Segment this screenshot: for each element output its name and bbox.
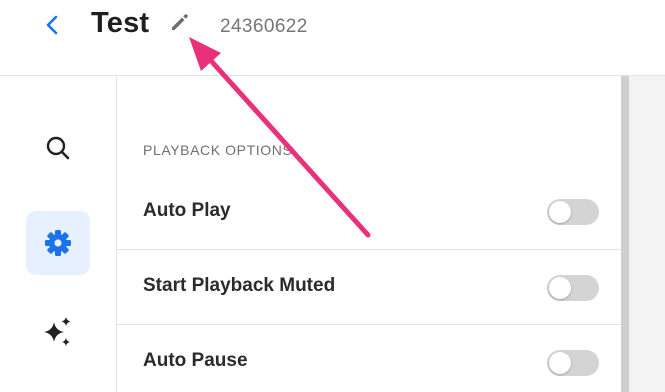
- option-label: Start Playback Muted: [143, 275, 336, 296]
- chevron-left-icon: [46, 15, 58, 35]
- edit-title-button[interactable]: [168, 10, 192, 34]
- sidebar-item-ai[interactable]: [26, 302, 90, 366]
- toggle-knob: [549, 277, 571, 299]
- section-title: PLAYBACK OPTIONS: [143, 142, 293, 158]
- app-root: Test 24360622 PLAYBACK OPTIONS Auto Play…: [0, 0, 665, 392]
- sparkles-icon: [44, 317, 71, 346]
- scrollbar[interactable]: [621, 76, 629, 392]
- search-icon: [46, 136, 70, 160]
- option-row-auto-play: Auto Play: [117, 174, 621, 249]
- toggle-knob: [549, 201, 571, 223]
- right-pane: [629, 76, 665, 392]
- item-id: 24360622: [220, 16, 308, 37]
- sidebar-item-settings[interactable]: [26, 211, 90, 275]
- auto-play-toggle[interactable]: [547, 199, 599, 225]
- auto-pause-toggle[interactable]: [547, 350, 599, 376]
- gear-icon: [45, 230, 71, 256]
- page-title: Test: [91, 7, 150, 39]
- toggle-knob: [549, 352, 571, 374]
- sidebar: [0, 76, 117, 392]
- option-row-auto-pause: Auto Pause: [117, 324, 621, 392]
- back-button[interactable]: [38, 10, 68, 40]
- settings-panel: PLAYBACK OPTIONS Auto Play Start Playbac…: [117, 76, 621, 392]
- option-label: Auto Play: [143, 200, 231, 221]
- option-row-start-muted: Start Playback Muted: [117, 249, 621, 325]
- page-header: Test 24360622: [0, 0, 665, 76]
- sidebar-item-search[interactable]: [26, 116, 90, 180]
- start-muted-toggle[interactable]: [547, 275, 599, 301]
- pencil-icon: [172, 14, 188, 30]
- option-label: Auto Pause: [143, 350, 248, 371]
